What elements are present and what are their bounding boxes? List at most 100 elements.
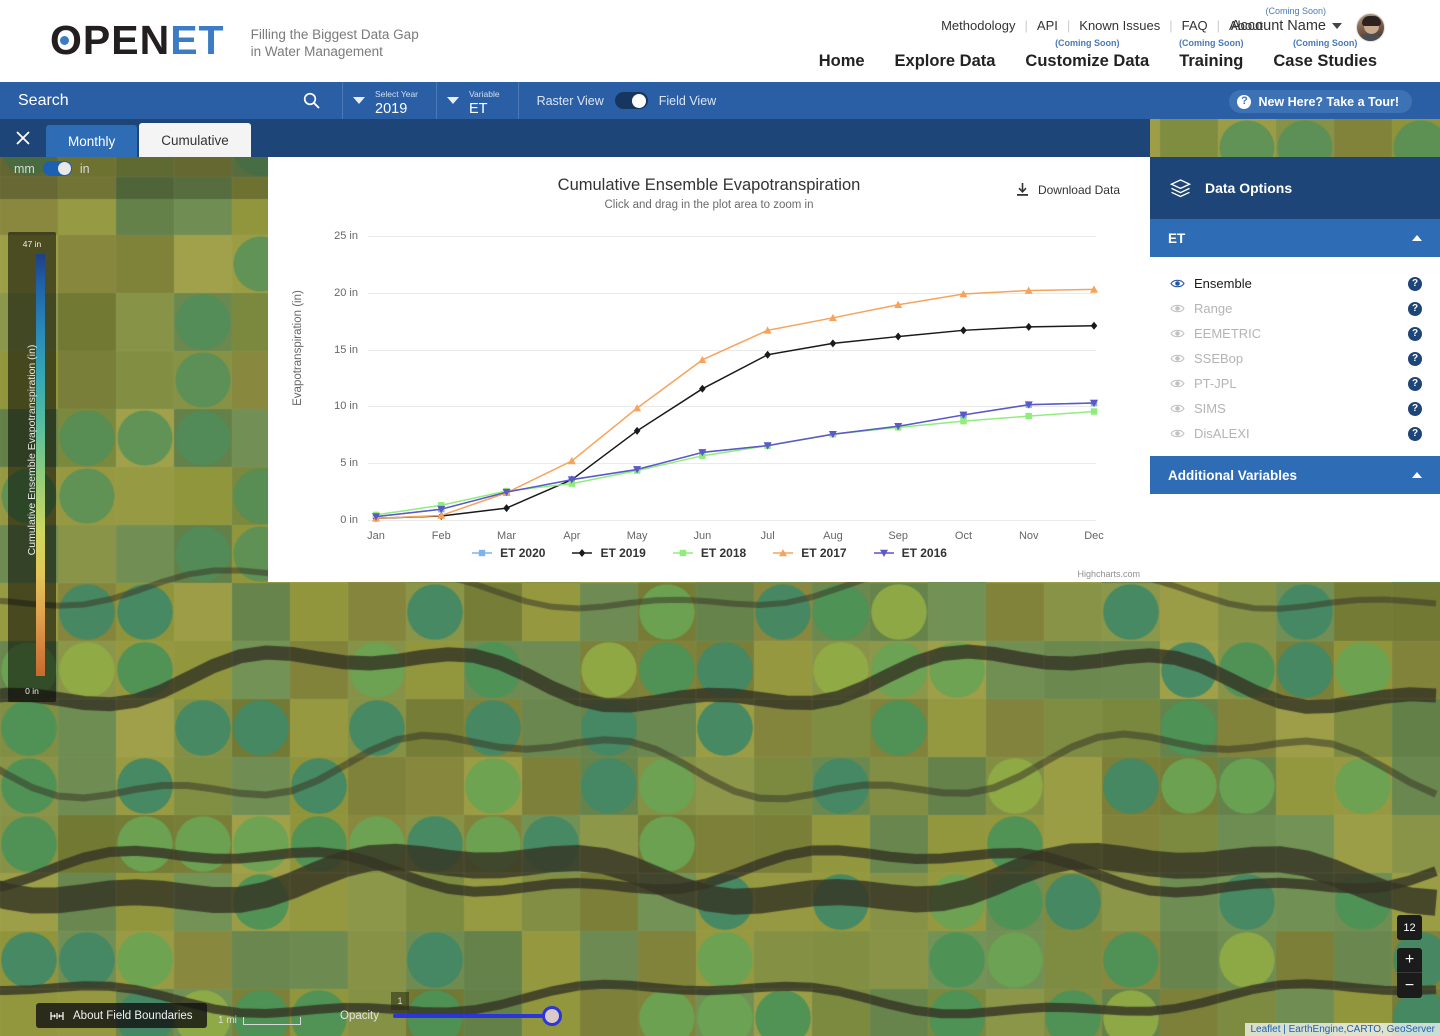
secondary-nav-faq[interactable]: FAQ [1173, 18, 1217, 33]
units-switch[interactable] [42, 161, 72, 176]
tab-monthly[interactable]: Monthly [46, 125, 138, 157]
units-mm-label: mm [14, 161, 35, 176]
eye-icon[interactable] [1170, 428, 1185, 439]
eye-icon[interactable] [1170, 378, 1185, 389]
chart-data-point[interactable] [894, 332, 902, 341]
section-header-additional-variables[interactable]: Additional Variables [1150, 456, 1440, 494]
scale-bar-line [242, 1016, 301, 1025]
primary-nav-training[interactable]: Training (Coming Soon) [1164, 38, 1258, 71]
question-mark-icon[interactable]: ? [1408, 301, 1422, 316]
search-field[interactable] [0, 82, 343, 119]
tagline: Filling the Biggest Data Gap in Water Ma… [251, 26, 419, 60]
data-option-sims[interactable]: SIMS? [1150, 396, 1440, 421]
legend-item-et-2018[interactable]: ET 2018 [672, 546, 746, 560]
view-mode-switch[interactable] [614, 92, 648, 109]
opacity-slider[interactable] [393, 1006, 562, 1026]
take-a-tour-label: New Here? Take a Tour! [1258, 94, 1399, 109]
eye-icon[interactable] [1170, 278, 1185, 289]
question-mark-icon[interactable]: ? [1408, 426, 1422, 441]
chevron-down-icon-variable[interactable] [447, 97, 460, 104]
chart-legend[interactable]: ET 2020 ET 2019 ET 2018 ET 2017 ET 2016 [268, 546, 1150, 560]
chevron-up-icon-additional[interactable] [1412, 472, 1422, 478]
chart-data-point[interactable] [960, 417, 967, 425]
secondary-nav-api[interactable]: API [1028, 18, 1067, 33]
chart-data-point[interactable] [1090, 408, 1098, 415]
tab-cumulative[interactable]: Cumulative [139, 123, 251, 157]
logo-dot-icon [60, 36, 69, 45]
chart-data-point[interactable] [1090, 321, 1098, 330]
chart-data-point[interactable] [698, 355, 707, 364]
legend-label: ET 2019 [600, 546, 646, 560]
variable-selector[interactable]: Variable ET [437, 82, 519, 119]
question-mark-icon[interactable]: ? [1408, 351, 1422, 366]
primary-nav-customize-data[interactable]: Customize Data (Coming Soon) [1010, 38, 1164, 71]
chart-data-point[interactable] [764, 350, 771, 359]
chart-data-point[interactable] [478, 549, 486, 557]
chart-plot-area[interactable]: Evapotranspiration (in) 0 in 5 in 10 in 15 i… [268, 157, 1150, 582]
chart-tabs-bar: Monthly Cumulative [0, 119, 1150, 157]
section-title-additional-variables: Additional Variables [1168, 467, 1298, 483]
primary-nav-home[interactable]: Home [804, 52, 880, 71]
zoom-in-button[interactable]: + [1397, 948, 1422, 973]
logo[interactable]: OPEN ET Filling the Biggest Data Gap in W… [50, 18, 419, 62]
secondary-nav: Methodology | API | Known Issues | FAQ | About [932, 18, 1272, 33]
section-header-et[interactable]: ET [1150, 219, 1440, 257]
data-option-eemetric[interactable]: EEMETRIC? [1150, 321, 1440, 346]
data-option-label: DisALEXI [1194, 426, 1250, 441]
search-icon[interactable] [303, 92, 320, 109]
chart-data-point[interactable] [579, 549, 586, 557]
eye-icon[interactable] [1170, 303, 1185, 314]
tagline-line-1: Filling the Biggest Data Gap [250, 27, 419, 42]
data-option-pt-jpl[interactable]: PT-JPL? [1150, 371, 1440, 396]
data-option-range[interactable]: Range? [1150, 296, 1440, 321]
chart-data-point[interactable] [960, 326, 967, 335]
secondary-nav-known-issues[interactable]: Known Issues [1070, 18, 1169, 33]
data-option-disalexi[interactable]: DisALEXI? [1150, 421, 1440, 446]
zoom-out-button[interactable]: − [1397, 973, 1422, 998]
legend-marker [873, 549, 894, 557]
avatar[interactable] [1356, 13, 1385, 42]
units-toggle[interactable]: mm in [14, 161, 90, 176]
view-mode-toggle[interactable]: Raster View Field View [519, 92, 716, 109]
legend-item-et-2016[interactable]: ET 2016 [873, 546, 947, 560]
question-mark-icon[interactable]: ? [1408, 401, 1422, 416]
legend-marker [773, 549, 794, 557]
take-a-tour-button[interactable]: ? New Here? Take a Tour! [1229, 90, 1412, 113]
year-selector-value: 2019 [375, 101, 408, 117]
chart-data-point[interactable] [633, 426, 641, 435]
map-attribution[interactable]: Leaflet | EarthEngine,CARTO, GeoServer [1245, 1023, 1440, 1036]
primary-nav-explore-data[interactable]: Explore Data [880, 52, 1011, 71]
chart-data-point[interactable] [1025, 322, 1033, 331]
primary-nav-case-studies[interactable]: Case Studies (Coming Soon) [1258, 38, 1392, 71]
chart-data-point[interactable] [1025, 412, 1032, 420]
about-field-boundaries-button[interactable]: About Field Boundaries [36, 1003, 207, 1028]
opacity-control[interactable]: Opacity [340, 1006, 562, 1026]
chart-data-point[interactable] [679, 549, 687, 557]
secondary-nav-methodology[interactable]: Methodology [932, 18, 1024, 33]
search-input[interactable] [18, 91, 283, 110]
chart-data-point[interactable] [699, 384, 706, 393]
legend-item-et-2017[interactable]: ET 2017 [772, 546, 847, 560]
chevron-up-icon-et[interactable] [1412, 235, 1422, 241]
eye-icon[interactable] [1170, 353, 1185, 364]
legend-item-et-2019[interactable]: ET 2019 [571, 546, 646, 560]
legend-marker [472, 549, 493, 557]
close-chart-button[interactable] [0, 119, 46, 157]
opacity-slider-handle[interactable] [542, 1006, 562, 1026]
account-menu[interactable]: (Coming Soon) Account Name [1231, 6, 1342, 34]
question-mark-icon[interactable]: ? [1408, 376, 1422, 391]
chevron-down-icon-year[interactable] [353, 97, 365, 104]
year-selector[interactable]: Select Year 2019 [343, 82, 438, 119]
question-mark-icon[interactable]: ? [1408, 326, 1422, 341]
data-option-ssebop[interactable]: SSEBop? [1150, 346, 1440, 371]
chart-data-point[interactable] [829, 339, 837, 348]
data-option-ensemble[interactable]: Ensemble? [1150, 271, 1440, 296]
chevron-down-icon-account[interactable] [1332, 23, 1342, 29]
map-zoom-controls[interactable]: 12 + − [1397, 915, 1422, 998]
legend-item-et-2020[interactable]: ET 2020 [471, 546, 545, 560]
question-mark-icon[interactable]: ? [1408, 276, 1422, 291]
eye-icon[interactable] [1170, 328, 1185, 339]
chart-data-point[interactable] [503, 504, 510, 513]
eye-icon[interactable] [1170, 403, 1185, 414]
highcharts-credit[interactable]: Highcharts.com [1077, 569, 1140, 579]
